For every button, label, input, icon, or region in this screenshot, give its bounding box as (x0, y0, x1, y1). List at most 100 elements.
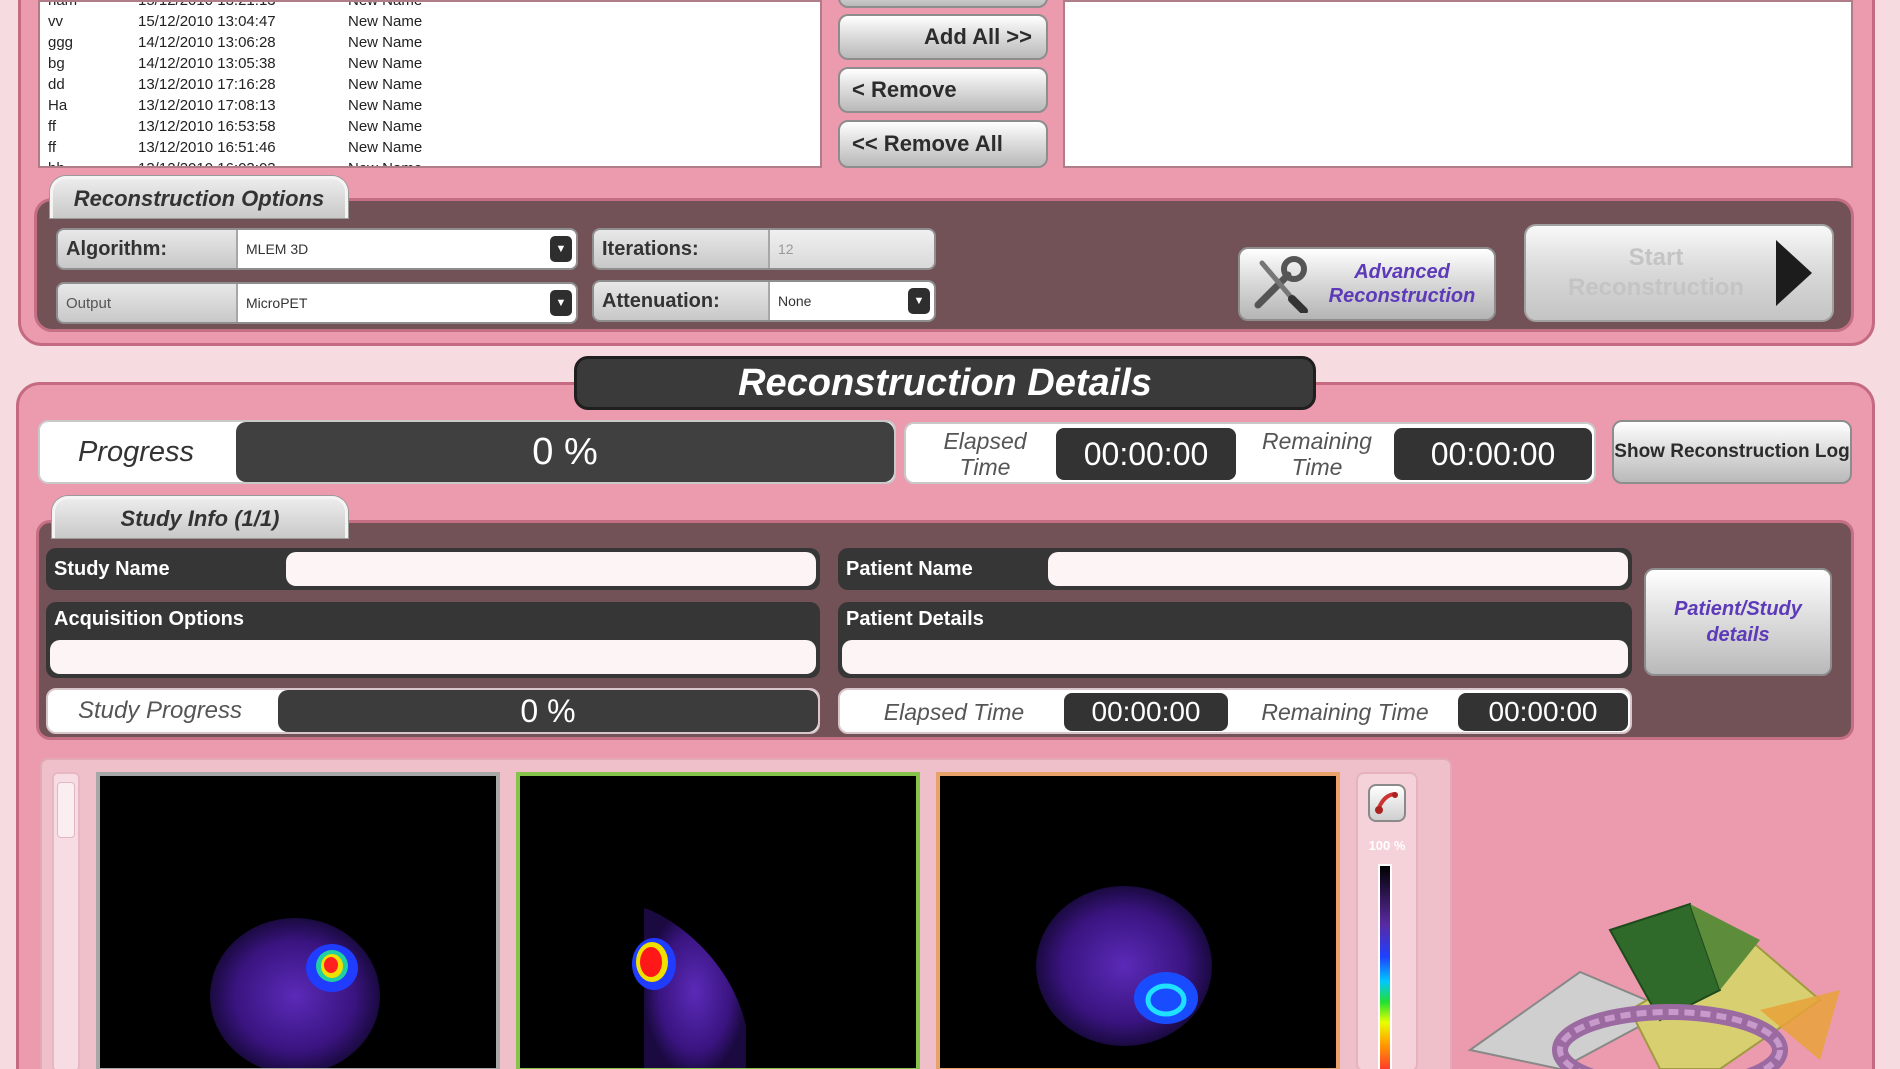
start-reconstruction-label: Start Reconstruction (1567, 244, 1744, 301)
list-item[interactable]: hh 13/12/2010 16:03:03 New Name (48, 160, 820, 166)
list-item-date: 13/12/2010 17:16:28 (138, 76, 276, 93)
colorbar-max-label: 100 % (1368, 838, 1406, 853)
study-time-box: Elapsed Time 00:00:00 Remaining Time 00:… (838, 688, 1632, 734)
chevron-down-icon[interactable]: ▼ (550, 236, 572, 262)
list-item[interactable]: vv 15/12/2010 13:04:47 New Name (48, 13, 820, 33)
study-name-value (286, 552, 816, 586)
patient-name-label: Patient Name (846, 557, 973, 580)
attenuation-label: Attenuation: (594, 282, 770, 320)
list-item-name: ff (48, 139, 57, 156)
list-item-name: ham (48, 0, 78, 9)
list-item-desc: New Name (348, 139, 423, 156)
list-item-date: 13/12/2010 16:51:46 (138, 139, 276, 156)
coronal-view[interactable] (936, 772, 1340, 1069)
acquisition-options-label: Acquisition Options (54, 608, 244, 630)
remaining-time-value: 00:00:00 (1394, 428, 1592, 480)
colormap-icon (1375, 792, 1398, 814)
study-name-label: Study Name (54, 557, 170, 580)
patient-details-value (842, 640, 1628, 674)
algorithm-value: MLEM 3D (246, 241, 309, 257)
color-scale-panel: 100 % (1356, 772, 1418, 1069)
available-studies-list[interactable]: ham 15/12/2010 13:21:13 New Name vv 15/12/20… (38, 0, 822, 168)
add-all-button[interactable]: Add All >> (838, 14, 1048, 60)
colorbar-gradient (1378, 864, 1392, 1069)
algorithm-select[interactable]: Algorithm: MLEM 3D ▼ (56, 228, 578, 270)
elapsed-time-value: 00:00:00 (1056, 428, 1236, 480)
study-progress-bar: 0 % (278, 690, 818, 732)
add-button[interactable] (838, 0, 1048, 8)
patient-study-details-button[interactable]: Patient/Study details (1644, 568, 1832, 676)
play-arrow-icon (1776, 240, 1812, 306)
list-item-date: 13/12/2010 16:03:03 (138, 160, 276, 166)
list-item[interactable]: ff 13/12/2010 16:53:58 New Name (48, 118, 820, 138)
start-reconstruction-button[interactable]: Start Reconstruction (1524, 224, 1834, 322)
algorithm-label: Algorithm: (58, 230, 238, 268)
chevron-down-icon[interactable]: ▼ (550, 290, 572, 316)
list-item-date: 13/12/2010 17:08:13 (138, 97, 276, 114)
patient-name-value (1048, 552, 1628, 586)
tab-reconstruction-options[interactable]: Reconstruction Options (50, 176, 348, 218)
advanced-reconstruction-button[interactable]: Advanced Reconstruction (1238, 247, 1496, 321)
axial-view[interactable] (96, 772, 500, 1069)
chevron-down-icon[interactable]: ▼ (908, 288, 930, 314)
tab-study-info[interactable]: Study Info (1/1) (52, 496, 348, 538)
elapsed-time-label: Elapsed Time (943, 428, 1027, 480)
study-elapsed-time-label: Elapsed Time (883, 699, 1025, 725)
list-item-desc: New Name (348, 55, 423, 72)
axial-pet-image (210, 918, 380, 1069)
iterations-label: Iterations: (594, 230, 770, 268)
study-elapsed-time-value: 00:00:00 (1064, 693, 1228, 731)
acquisition-options-field: Acquisition Options (46, 602, 820, 678)
list-item-desc: New Name (348, 0, 423, 9)
list-item-name: dd (48, 76, 65, 93)
list-item[interactable]: bg 14/12/2010 13:05:38 New Name (48, 55, 820, 75)
iterations-field[interactable]: Iterations: 12 (592, 228, 936, 270)
study-remaining-time-value: 00:00:00 (1458, 693, 1628, 731)
list-item[interactable]: ff 13/12/2010 16:51:46 New Name (48, 139, 820, 159)
list-item-name: ggg (48, 34, 74, 51)
list-item[interactable]: ggg 14/12/2010 13:06:28 New Name (48, 34, 820, 54)
progress-bar: 0 % (236, 422, 894, 482)
study-name-field: Study Name (46, 548, 820, 590)
list-item-desc: New Name (348, 97, 423, 114)
colormap-toggle-button[interactable] (1368, 784, 1406, 822)
list-item-date: 14/12/2010 13:05:38 (138, 55, 276, 72)
remove-button[interactable]: < Remove (838, 67, 1048, 113)
3d-orientation-render[interactable] (1460, 900, 1860, 1069)
list-item[interactable]: Ha 13/12/2010 17:08:13 New Name (48, 97, 820, 117)
sagittal-pet-image (632, 908, 746, 1069)
sagittal-view[interactable] (516, 772, 920, 1069)
list-item-desc: New Name (348, 160, 422, 166)
show-reconstruction-log-button[interactable]: Show Reconstruction Log (1612, 420, 1852, 484)
study-remaining-time-label: Remaining Time (1261, 699, 1429, 725)
remove-all-button[interactable]: << Remove All (838, 120, 1048, 168)
attenuation-select[interactable]: Attenuation: None ▼ (592, 280, 936, 322)
list-item-date: 15/12/2010 13:21:13 (138, 0, 276, 9)
list-item-date: 15/12/2010 13:04:47 (138, 13, 276, 30)
selected-studies-list[interactable] (1063, 0, 1853, 168)
study-progress-label: Study Progress (77, 697, 243, 724)
list-item-desc: New Name (348, 34, 423, 51)
overall-time-box: Elapsed Time 00:00:00 Remaining Time 00:… (904, 422, 1596, 484)
slider-handle[interactable] (57, 782, 75, 838)
list-item-name: ff (48, 118, 57, 135)
output-value: MicroPET (246, 295, 308, 311)
details-title: Reconstruction Details (574, 356, 1316, 410)
list-item-date: 14/12/2010 13:06:28 (138, 34, 276, 51)
output-select[interactable]: Output MicroPET ▼ (56, 282, 578, 324)
wrench-screwdriver-icon (1254, 256, 1308, 313)
patient-details-field: Patient Details (838, 602, 1632, 678)
attenuation-value: None (778, 293, 812, 309)
list-item-desc: New Name (348, 76, 423, 93)
iterations-value[interactable]: 12 (770, 230, 934, 268)
coronal-pet-image (1036, 886, 1212, 1046)
list-item[interactable]: ham 15/12/2010 13:21:13 New Name (48, 0, 820, 12)
list-item[interactable]: dd 13/12/2010 17:16:28 New Name (48, 76, 820, 96)
output-label: Output (58, 284, 238, 322)
acquisition-options-value (50, 640, 816, 674)
slice-slider[interactable] (52, 772, 80, 1069)
list-item-name: Ha (48, 97, 68, 114)
patient-name-field: Patient Name (838, 548, 1632, 590)
remaining-time-label: Remaining Time (1262, 428, 1372, 480)
list-item-desc: New Name (348, 13, 423, 30)
